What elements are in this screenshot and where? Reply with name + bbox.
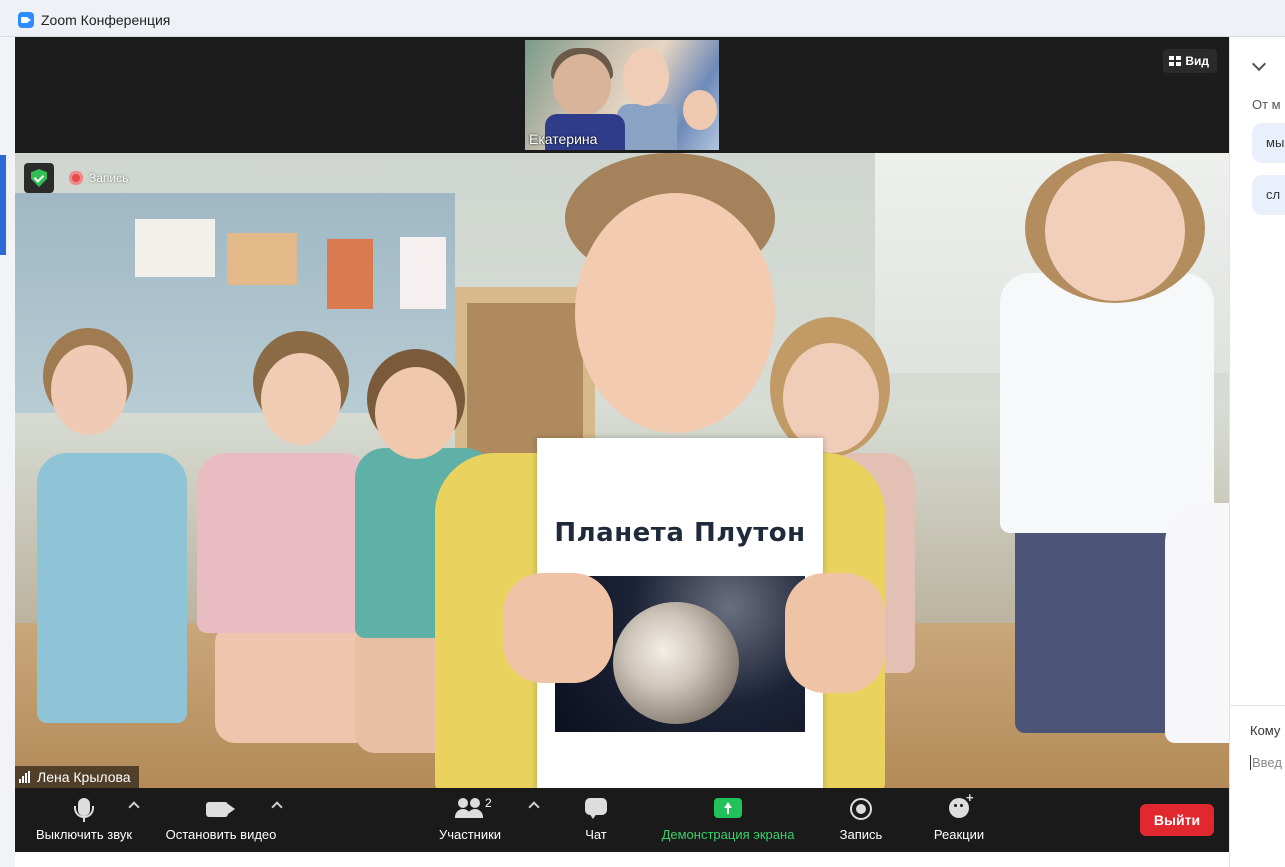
chat-icon [585,798,607,819]
microphone-icon [74,798,94,822]
chat-button[interactable]: Чат [571,788,621,852]
video-scene-detail [197,453,373,633]
participants-icon [455,798,485,818]
chat-divider [1230,705,1285,706]
participants-label: Участники [438,827,502,842]
thumbnail-photo-detail [683,90,717,130]
stop-video-label: Остановить видео [165,827,277,842]
meeting-area: Екатерина Вид Планета Плутон Запись Лена… [15,37,1229,852]
chat-message: мы [1252,123,1285,163]
background-window-edge [0,37,15,867]
chat-message-input[interactable]: Введ [1250,755,1282,770]
share-screen-button[interactable]: Демонстрация экрана [645,788,811,852]
thumbnail-name: Екатерина [529,131,598,147]
chat-recipient-selector[interactable]: Кому [1250,723,1280,738]
window-title-bar: Zoom Конференция [0,0,1285,37]
reactions-icon [949,790,974,818]
record-button[interactable]: Запись [829,788,893,852]
video-background-detail [327,239,373,309]
active-speaker-video: Планета Плутон Запись Лена Крылова [15,153,1229,788]
window-title: Zoom Конференция [41,12,171,28]
meeting-toolbar: Выключить звук Остановить видео 2 Участн… [15,788,1229,852]
encryption-badge[interactable] [24,163,54,193]
video-scene-detail [785,573,885,693]
thumbnail-photo-detail [617,104,677,150]
mute-button[interactable]: Выключить звук [25,788,143,852]
recording-label: Запись [89,171,129,185]
video-scene-detail [51,345,127,435]
stop-video-button[interactable]: Остановить видео [155,788,287,852]
reactions-label: Реакции [933,827,985,842]
signal-strength-icon [19,771,33,783]
signal-strength-bar [28,771,30,783]
reactions-button[interactable]: Реакции [919,788,999,852]
zoom-app-icon [18,12,34,28]
record-icon [850,798,872,820]
video-scene-detail [1015,513,1185,733]
signal-strength-bar [25,773,27,783]
video-scene-detail [783,343,879,453]
signal-strength-bar [22,776,24,783]
record-label: Запись [839,827,883,842]
chat-panel: От м мы сл Кому Введ [1229,37,1285,867]
video-scene-detail [503,573,613,683]
share-screen-icon [714,798,742,818]
signal-strength-bar [19,779,21,783]
video-background-detail [135,219,215,277]
chat-label: Чат [585,827,607,842]
grid-view-icon [1169,56,1182,66]
participants-options-caret[interactable] [529,800,539,810]
shield-icon [31,169,47,187]
view-label: Вид [1185,54,1209,68]
thumbnail-photo-detail [553,54,611,116]
participant-name-label: Лена Крылова [15,766,139,788]
recording-indicator[interactable]: Запись [69,168,128,188]
thumbnail-photo-detail [623,48,669,106]
chat-message: сл [1252,175,1285,215]
audio-options-caret[interactable] [129,800,139,810]
video-scene-detail [1000,273,1214,533]
pluto-planet [613,602,739,724]
video-background-detail [400,237,446,309]
video-scene-detail [261,353,341,445]
participants-count: 2 [485,796,492,810]
paper-title: Планета Плутон [554,518,806,548]
chevron-down-icon[interactable] [1251,56,1267,72]
video-scene-detail [1165,503,1229,743]
thumbnail-strip: Екатерина Вид [15,37,1229,153]
video-options-caret[interactable] [272,800,282,810]
share-screen-label: Демонстрация экрана [661,827,795,842]
participant-thumbnail[interactable]: Екатерина [525,40,719,150]
chat-from-label: От м [1252,97,1281,112]
participants-button[interactable]: 2 Участники [425,788,515,852]
video-scene-detail [375,367,457,459]
background-window-accent [0,155,6,255]
video-scene-detail [215,623,375,743]
video-scene-detail [575,193,775,433]
participant-name: Лена Крылова [37,769,131,785]
view-button[interactable]: Вид [1163,49,1217,73]
camera-icon [206,802,228,817]
record-dot-icon [69,171,83,185]
window-bottom-edge [15,852,1229,867]
video-scene-detail [37,453,187,723]
video-scene-detail [1045,161,1185,301]
mute-label: Выключить звук [35,827,133,842]
leave-meeting-button[interactable]: Выйти [1140,804,1214,836]
video-background-detail [227,233,297,285]
